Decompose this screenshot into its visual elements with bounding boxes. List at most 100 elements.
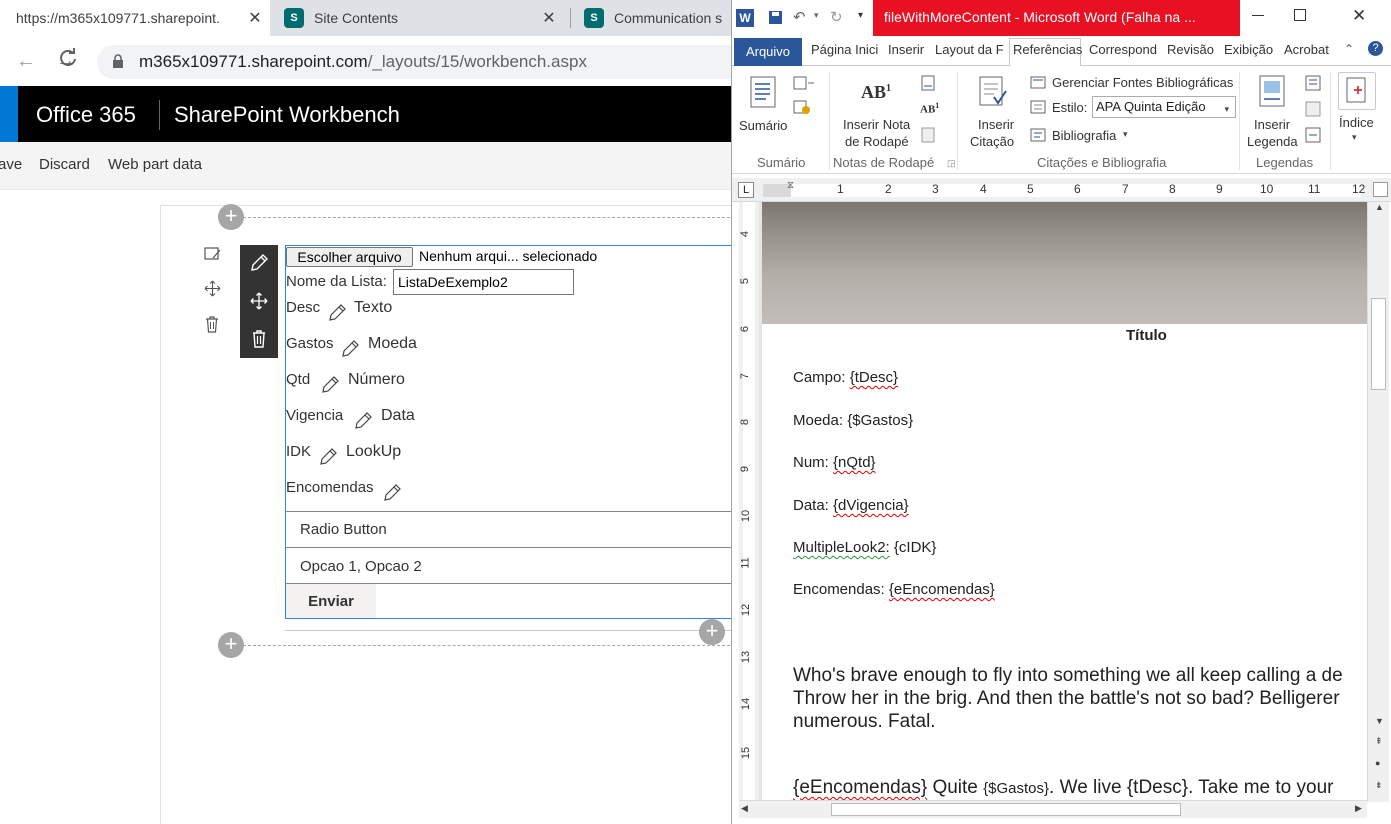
office-brand[interactable]: Office 365 — [36, 102, 136, 128]
gerenciar-fontes-button[interactable]: Gerenciar Fontes Bibliográficas — [1052, 75, 1233, 90]
reload-icon[interactable] — [58, 48, 78, 68]
tab-communication[interactable]: S Communication s — [572, 0, 735, 36]
field-name: Encomendas — [286, 479, 374, 496]
undo-icon[interactable]: ↶ — [793, 8, 806, 26]
tab-inserir[interactable]: Inserir — [888, 42, 924, 57]
inserir-citacao-label-2[interactable]: Citação — [970, 134, 1014, 149]
tab-exibicao[interactable]: Exibição — [1224, 42, 1273, 57]
previous-page-icon[interactable]: ⇞ — [1375, 736, 1383, 747]
manage-sources-icon[interactable] — [1030, 74, 1046, 90]
update-figure-table-icon[interactable] — [1305, 101, 1321, 117]
tab-site-contents[interactable]: S Site Contents ✕ — [272, 0, 570, 36]
choice-type-dropdown[interactable]: Radio Button — [300, 521, 387, 538]
discard-command[interactable]: Discard — [39, 156, 90, 173]
insert-endnote-icon[interactable] — [920, 75, 936, 91]
insert-caption-icon[interactable] — [1259, 75, 1285, 109]
delete-webpart-icon[interactable] — [249, 329, 269, 349]
tab-selector-icon[interactable]: L — [738, 182, 754, 198]
cross-reference-icon[interactable] — [1305, 127, 1321, 143]
move-webpart-icon[interactable] — [249, 291, 269, 311]
tab-arquivo[interactable]: Arquivo — [734, 38, 802, 66]
add-text-icon[interactable] — [793, 75, 815, 91]
next-page-icon[interactable]: ⇟ — [1375, 780, 1383, 791]
collapse-ribbon-icon[interactable]: ⌃ — [1344, 42, 1354, 56]
scroll-down-icon[interactable]: ▼ — [1375, 716, 1384, 726]
customize-toolbar-icon[interactable]: ▾ — [858, 10, 863, 21]
tab-acrobat[interactable]: Acrobat — [1284, 42, 1329, 57]
scrollbar-thumb[interactable] — [1371, 298, 1386, 390]
next-footnote-icon[interactable]: AB1 — [920, 101, 939, 116]
tab-workbench[interactable]: https://m365x109771.sharepoint. ✕ — [0, 0, 270, 36]
pencil-icon[interactable] — [318, 447, 338, 467]
maximize-icon[interactable] — [1294, 9, 1306, 21]
section-delete-icon[interactable] — [205, 316, 219, 333]
pencil-icon[interactable] — [340, 339, 360, 359]
scroll-up-icon[interactable]: ▲ — [1375, 202, 1384, 212]
redo-icon[interactable]: ↻ — [830, 8, 843, 26]
insert-citation-icon[interactable] — [978, 75, 1008, 109]
inserir-legenda-label-1[interactable]: Inserir — [1254, 117, 1290, 132]
close-tab-icon[interactable]: ✕ — [246, 9, 264, 27]
choose-file-button[interactable]: Escolher arquivo — [286, 247, 413, 267]
close-window-icon[interactable]: ✕ — [1352, 6, 1366, 26]
pencil-icon[interactable] — [353, 411, 373, 431]
view-ruler-icon[interactable] — [1373, 182, 1388, 197]
add-webpart-icon[interactable]: + — [699, 619, 725, 645]
lock-icon[interactable] — [112, 54, 124, 69]
url-text[interactable]: m365x109771.sharepoint.com/_layouts/15/w… — [139, 52, 587, 72]
minimize-icon[interactable] — [1252, 15, 1264, 16]
choice-options-field[interactable]: Opcao 1, Opcao 2 — [300, 558, 422, 575]
scrollbar-thumb[interactable] — [831, 803, 1181, 816]
add-section-icon[interactable]: + — [218, 204, 244, 230]
browse-object-icon[interactable]: ● — [1375, 758, 1380, 768]
vertical-ruler[interactable]: 4 5 6 7 8 9 10 11 12 13 14 15 — [739, 202, 759, 802]
submit-button[interactable]: Enviar — [286, 584, 376, 618]
horizontal-scrollbar[interactable]: ◀ ▶ — [739, 800, 1367, 818]
section-move-icon[interactable] — [204, 280, 221, 297]
sumario-button[interactable]: Sumário — [739, 118, 787, 133]
word-logo-icon[interactable]: W — [736, 9, 754, 27]
tab-correspondencias[interactable]: Correspond — [1089, 42, 1157, 57]
show-notes-icon[interactable] — [920, 127, 936, 143]
edit-webpart-icon[interactable] — [249, 253, 269, 273]
inserir-nota-label-1[interactable]: Inserir Nota — [843, 117, 910, 132]
document-page[interactable]: Título Campo: {tDesc} Moeda: {$Gastos} N… — [762, 202, 1368, 802]
scroll-right-icon[interactable]: ▶ — [1355, 803, 1362, 814]
pencil-icon[interactable] — [327, 303, 347, 323]
tab-pagina-inicial[interactable]: Página Inici — [811, 42, 878, 57]
footnote-icon[interactable]: AB1 — [861, 82, 891, 103]
bibliography-icon[interactable] — [1030, 127, 1046, 143]
close-tab-icon[interactable]: ✕ — [540, 9, 558, 27]
index-button-frame[interactable] — [1338, 72, 1376, 110]
undo-dropdown-icon[interactable]: ▾ — [814, 10, 819, 21]
estilo-select[interactable]: APA Quinta Edição ▾ — [1092, 96, 1236, 118]
back-arrow-icon[interactable]: ← — [16, 50, 36, 73]
pencil-icon[interactable] — [382, 483, 402, 503]
pencil-icon[interactable] — [320, 375, 340, 395]
tab-layout[interactable]: Layout da F — [935, 42, 1004, 57]
update-table-icon[interactable] — [793, 99, 811, 115]
add-section-icon[interactable]: + — [218, 632, 244, 658]
indent-marker-icon[interactable]: ⧖ — [787, 180, 794, 191]
help-icon[interactable]: ? — [1368, 41, 1383, 56]
indice-button[interactable]: Índice — [1339, 115, 1374, 130]
inserir-nota-label-2[interactable]: de Rodapé — [845, 134, 909, 149]
list-name-input[interactable]: ListaDeExemplo2 — [393, 269, 574, 295]
insert-figure-table-icon[interactable] — [1305, 75, 1321, 91]
save-command[interactable]: ave — [0, 156, 22, 173]
bibliografia-button[interactable]: Bibliografia — [1052, 128, 1116, 143]
section-edit-icon[interactable] — [204, 246, 222, 262]
style-icon[interactable] — [1030, 99, 1046, 115]
table-of-contents-icon[interactable] — [750, 76, 776, 108]
save-icon[interactable] — [768, 10, 783, 25]
app-launcher[interactable] — [0, 86, 18, 142]
tab-revisao[interactable]: Revisão — [1167, 42, 1214, 57]
vertical-scrollbar[interactable]: ▲ ▼ ⇞ ● ⇟ — [1367, 202, 1389, 802]
web-part-data-command[interactable]: Web part data — [108, 156, 202, 173]
inserir-legenda-label-2[interactable]: Legenda — [1247, 134, 1298, 149]
horizontal-ruler[interactable]: L ⧖ 1 2 3 4 5 6 7 8 9 10 11 12 — [732, 178, 1391, 202]
tab-referencias[interactable]: Referências — [1013, 42, 1082, 57]
inserir-citacao-label-1[interactable]: Inserir — [978, 117, 1014, 132]
scroll-left-icon[interactable]: ◀ — [741, 803, 748, 814]
dialog-launcher-icon[interactable]: ◲ — [947, 158, 956, 169]
